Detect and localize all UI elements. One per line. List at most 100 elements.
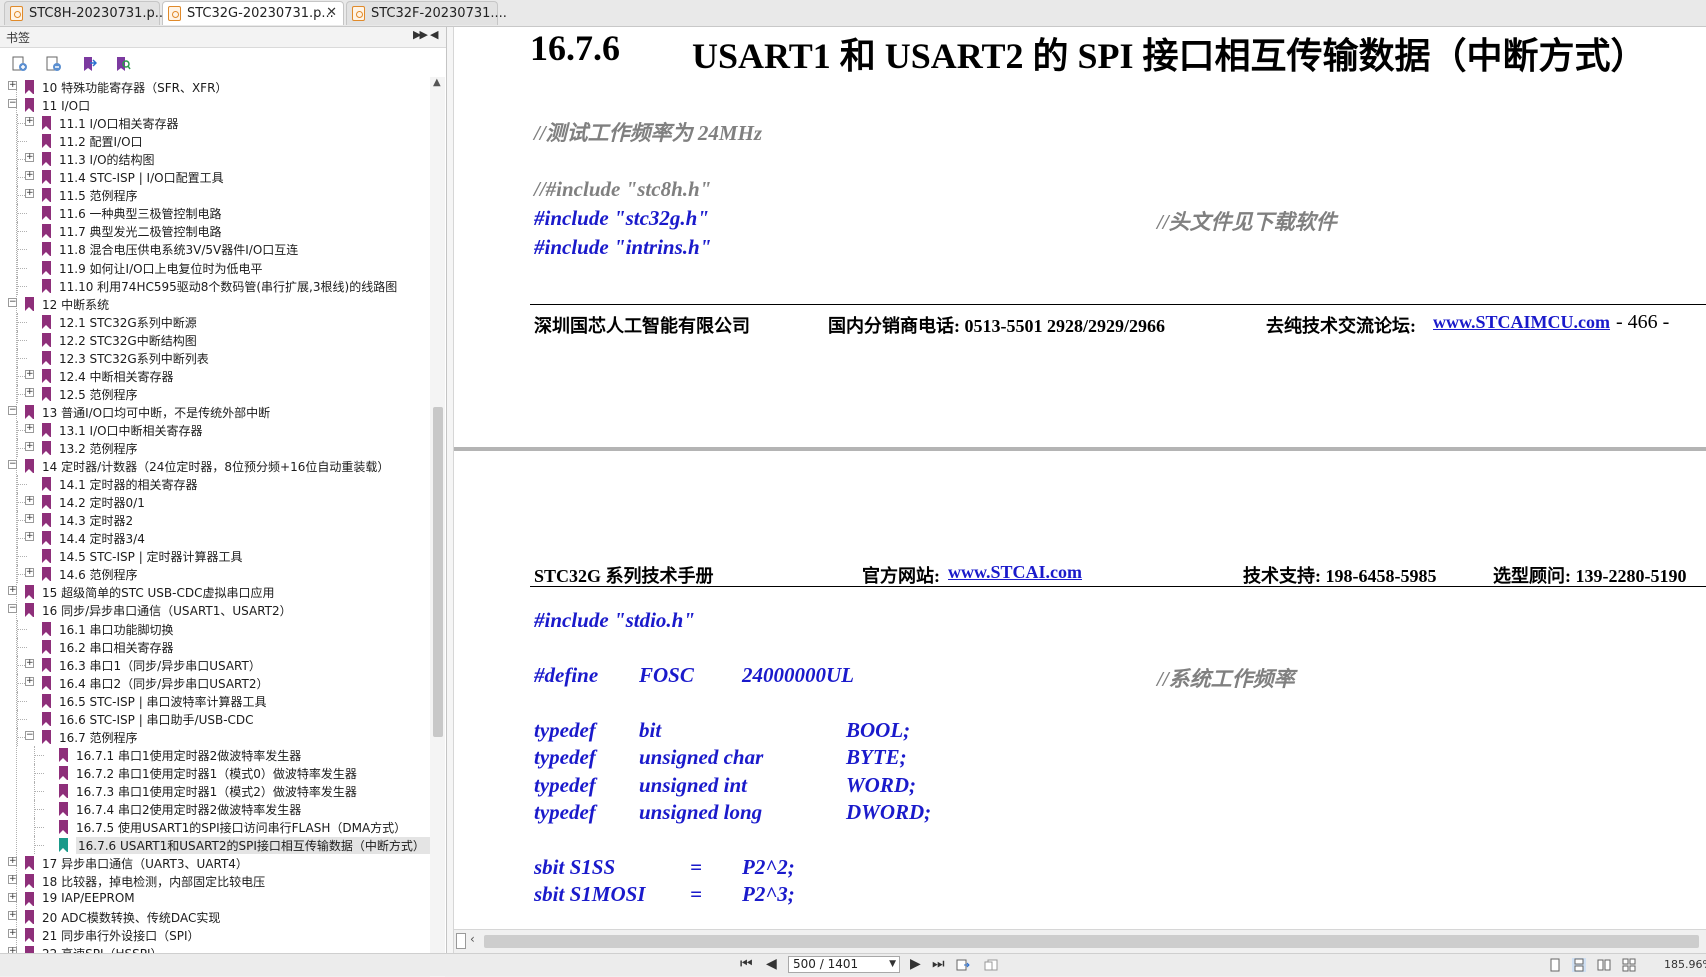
bookmark-item[interactable]: − 14 定时器/计数器（24位定时器，8位预分频+16位自动重装载） [0,457,430,475]
bookmark-item[interactable]: +11.5 范例程序 [0,186,430,205]
expand-node-icon[interactable]: + [8,875,17,885]
expand-node-icon[interactable]: + [8,857,17,867]
expand-node-icon[interactable]: + [8,893,17,903]
previous-page-icon[interactable]: ◀ [766,956,777,972]
expand-node-icon[interactable]: + [8,911,17,921]
expand-node-icon[interactable]: + [25,532,34,542]
page-number-field[interactable]: 500 / 1401 ▼ [788,956,900,973]
collapse-node-icon[interactable]: − [8,297,17,307]
bookmark-item[interactable]: 11.10 利用74HC595驱动8个数码管(串行扩展,3根线)的线路图 [0,276,430,295]
panel-expand-icon[interactable]: ▶▶ [413,28,428,41]
bookmark-item[interactable]: +11.1 I/O口相关寄存器 [0,114,430,133]
go-to-bookmark-icon[interactable] [81,56,97,72]
bookmark-item[interactable]: +16.4 串口2（同步/异步串口USART2） [0,673,430,692]
facing-view-icon[interactable] [1597,958,1611,972]
bookmark-item[interactable]: 16.1 串口功能脚切换 [0,619,430,638]
expand-node-icon[interactable]: + [25,676,34,686]
next-view-icon[interactable] [984,958,998,972]
first-page-icon[interactable]: ⏮ [740,956,753,972]
bookmark-item[interactable]: − 11 I/O口 [0,96,430,114]
bookmark-item[interactable]: +13.1 I/O口中断相关寄存器 [0,420,430,439]
bookmark-item[interactable]: +14.4 定时器3/4 [0,529,430,548]
footer-forum-link[interactable]: www.STCAIMCU.com [1433,312,1610,333]
scroll-up-icon[interactable]: ▲ [433,77,441,88]
bookmark-item[interactable]: 12.2 STC32G中断结构图 [0,330,430,349]
expand-node-icon[interactable]: + [25,171,34,181]
bookmark-item[interactable]: − 12 中断系统 [0,295,430,313]
bookmark-item[interactable]: 11.7 典型发光二极管控制电路 [0,222,430,241]
bookmark-scroll-thumb[interactable] [433,407,443,737]
bookmark-item[interactable]: 11.9 如何让I/O口上电复位时为低电平 [0,258,430,277]
bookmark-item[interactable]: 16.7.4 串口2使用定时器2做波特率发生器 [0,800,430,818]
scroll-handle-icon[interactable] [456,933,466,949]
tab-stc32f[interactable]: STC32F-20230731.... [346,1,507,25]
bookmark-item[interactable]: +19 IAP/EEPROM [0,890,430,908]
expand-node-icon[interactable]: + [25,423,34,433]
expand-node-icon[interactable]: + [25,387,34,397]
collapse-node-icon[interactable]: − [8,99,17,109]
bookmark-item[interactable]: +12.4 中断相关寄存器 [0,366,430,385]
panel-splitter[interactable] [447,27,454,953]
bookmark-item[interactable]: +13.2 范例程序 [0,439,430,457]
bookmark-item[interactable]: 11.8 混合电压供电系统3V/5V器件I/O口互连 [0,240,430,259]
expand-node-icon[interactable]: + [8,929,17,939]
expand-node-icon[interactable]: + [25,117,34,127]
bookmark-item[interactable]: +21 同步串行外设接口（SPI） [0,926,430,944]
bookmark-item[interactable]: 16.7.1 串口1使用定时器2做波特率发生器 [0,745,430,764]
bookmark-item[interactable]: 11.6 一种典型三极管控制电路 [0,204,430,223]
close-tab-icon[interactable]: ✕ [326,5,337,20]
last-page-icon[interactable]: ⏭ [932,956,945,972]
collapse-node-icon[interactable]: − [8,460,17,470]
header-site-link[interactable]: www.STCAI.com [948,562,1082,583]
tab-stc32g[interactable]: STC32G-20230731.p... ✕ [162,1,344,25]
previous-view-icon[interactable] [956,958,970,972]
bookmark-item[interactable]: 16.7.3 串口1使用定时器1（模式2）做波特率发生器 [0,781,430,800]
bookmark-item[interactable]: − 16 同步/异步串口通信（USART1、USART2） [0,601,430,619]
bookmark-item[interactable]: 16.5 STC-ISP | 串口波特率计算器工具 [0,691,430,710]
bookmark-item[interactable]: +14.6 范例程序 [0,565,430,584]
single-page-view-icon[interactable] [1548,958,1562,972]
expand-node-icon[interactable]: + [25,658,34,668]
expand-node-icon[interactable]: + [25,189,34,199]
expand-node-icon[interactable]: + [25,514,34,524]
bookmark-item[interactable]: 14.5 STC-ISP | 定时器计算器工具 [0,547,430,566]
bookmark-item[interactable]: 16.7.6 USART1和USART2的SPI接口相互传输数据（中断方式） [0,836,431,855]
scroll-left-icon[interactable]: ‹ [470,932,475,946]
bookmark-item[interactable]: 16.7.2 串口1使用定时器1（模式0）做波特率发生器 [0,763,430,782]
bookmark-item[interactable]: +15 超级简单的STC USB-CDC虚拟串口应用 [0,583,430,601]
expand-node-icon[interactable]: + [8,81,17,90]
zoom-level[interactable]: 185.96% [1664,958,1706,971]
bookmark-item[interactable]: +18 比较器，掉电检测，内部固定比较电压 [0,872,430,890]
document-horizontal-scrollbar[interactable]: ‹ [454,929,1706,954]
bookmark-item[interactable]: +12.5 范例程序 [0,384,430,403]
next-page-icon[interactable]: ▶ [910,956,921,972]
expand-node-icon[interactable]: + [25,153,34,163]
bookmark-item[interactable]: +20 ADC模数转换、传统DAC实现 [0,908,430,926]
bookmark-item[interactable]: 12.3 STC32G系列中断列表 [0,348,430,367]
bookmark-item[interactable]: 12.1 STC32G系列中断源 [0,312,430,331]
expand-node-icon[interactable]: + [25,568,34,578]
bookmark-item[interactable]: +16.3 串口1（同步/异步串口USART） [0,655,430,674]
bookmark-item[interactable]: +10 特殊功能寄存器（SFR、XFR） [0,78,430,96]
expand-node-icon[interactable]: + [8,586,17,596]
bookmark-item[interactable]: +11.4 STC-ISP | I/O口配置工具 [0,168,430,187]
collapse-node-icon[interactable]: − [8,604,17,614]
bookmark-scrollbar[interactable]: ▲ ▼ [430,77,445,977]
find-bookmark-icon[interactable] [115,56,131,72]
expand-node-icon[interactable]: + [25,369,34,379]
bookmark-item[interactable]: +17 异步串口通信（UART3、UART4） [0,854,430,872]
expand-node-icon[interactable]: + [25,442,34,451]
bookmark-item[interactable]: − 13 普通I/O口均可中断，不是传统外部中断 [0,403,430,421]
collapse-node-icon[interactable]: − [25,730,34,740]
document-scroll-thumb[interactable] [484,935,1699,948]
panel-collapse-icon[interactable]: ◀ [430,28,438,41]
expand-node-icon[interactable]: + [25,496,34,506]
bookmark-item[interactable]: 16.2 串口相关寄存器 [0,637,430,656]
bookmark-item[interactable]: 16.6 STC-ISP | 串口助手/USB-CDC [0,709,430,728]
tab-stc8h[interactable]: STC8H-20230731.p... [4,1,167,25]
collapse-node-icon[interactable]: − [8,405,17,415]
bookmark-item[interactable]: − 16.7 范例程序 [0,727,430,746]
collapse-all-icon[interactable] [46,56,62,72]
continuous-facing-view-icon[interactable] [1622,958,1636,972]
bookmark-item[interactable]: +14.3 定时器2 [0,511,430,530]
